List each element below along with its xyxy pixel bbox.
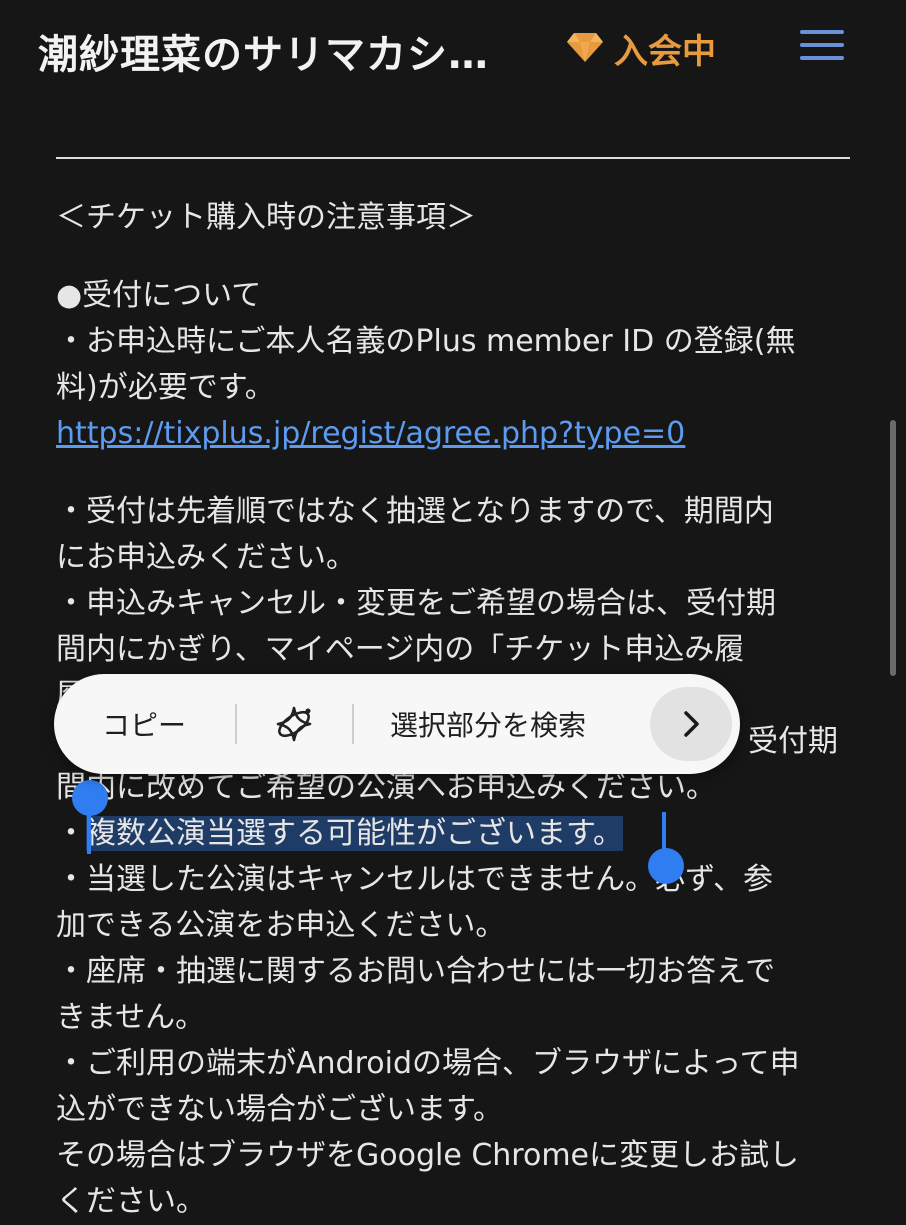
text-line: 込ができない場合がございます。 <box>56 1092 503 1127</box>
chevron-right-icon[interactable] <box>650 687 732 761</box>
notice-heading: ＜チケット購入時の注意事項＞ <box>56 200 476 235</box>
bullet: ・ <box>56 816 86 851</box>
menu-separator <box>352 704 354 744</box>
text-line: ください。 <box>56 1184 206 1219</box>
hamburger-menu-icon[interactable] <box>800 30 844 64</box>
sparkle-ai-icon[interactable] <box>272 674 316 774</box>
app-header: 潮紗理菜のサリマカシ… 入会中 <box>0 0 906 130</box>
diamond-icon <box>566 31 604 67</box>
copy-button[interactable]: コピー <box>102 674 186 774</box>
text-line: ・お申込時にご本人名義のPlus member ID の登録(無 <box>56 324 796 359</box>
text-line: きません。 <box>56 1000 206 1035</box>
selected-text[interactable]: 複数公演当選する可能性がございます。 <box>86 816 623 851</box>
search-selection-button[interactable]: 選択部分を検索 <box>390 674 586 774</box>
registration-link[interactable]: https://tixplus.jp/regist/agree.php?type… <box>56 416 685 451</box>
selection-end-handle[interactable] <box>648 848 684 884</box>
text-line: ・受付は先着順ではなく抽選となりますので、期間内 <box>56 494 774 529</box>
selection-start-handle[interactable] <box>72 780 108 816</box>
site-title[interactable]: 潮紗理菜のサリマカシ… <box>38 22 489 80</box>
text-selection-menu: コピー 選択部分を検索 <box>54 674 740 774</box>
text-line: ・当選した公演はキャンセルはできません。必ず、参 <box>56 862 773 897</box>
text-line: 料)が必要です。 <box>56 370 275 405</box>
text-line: にお申込みください。 <box>56 540 356 575</box>
text-line-partial: 受付期 <box>748 724 838 759</box>
text-line: その場合はブラウザをGoogle Chromeに変更しお試し <box>56 1138 799 1173</box>
text-line: ・座席・抽選に関するお問い合わせには一切お答えで <box>56 954 776 989</box>
member-status-label: 入会中 <box>614 32 716 72</box>
section-title: ●受付について <box>56 278 262 313</box>
text-line: ・ご利用の端末がAndroidの場合、ブラウザによって申 <box>56 1046 800 1081</box>
text-line: 間内にかぎり、マイページ内の「チケット申込み履 <box>56 632 745 667</box>
member-badge[interactable]: 入会中 <box>566 24 716 73</box>
text-line: 加できる公演をお申込ください。 <box>56 908 506 943</box>
menu-separator <box>235 704 237 744</box>
text-line: ・申込みキャンセル・変更をご希望の場合は、受付期 <box>56 586 776 621</box>
section-divider <box>56 157 850 159</box>
scrollbar-thumb[interactable] <box>890 420 896 676</box>
